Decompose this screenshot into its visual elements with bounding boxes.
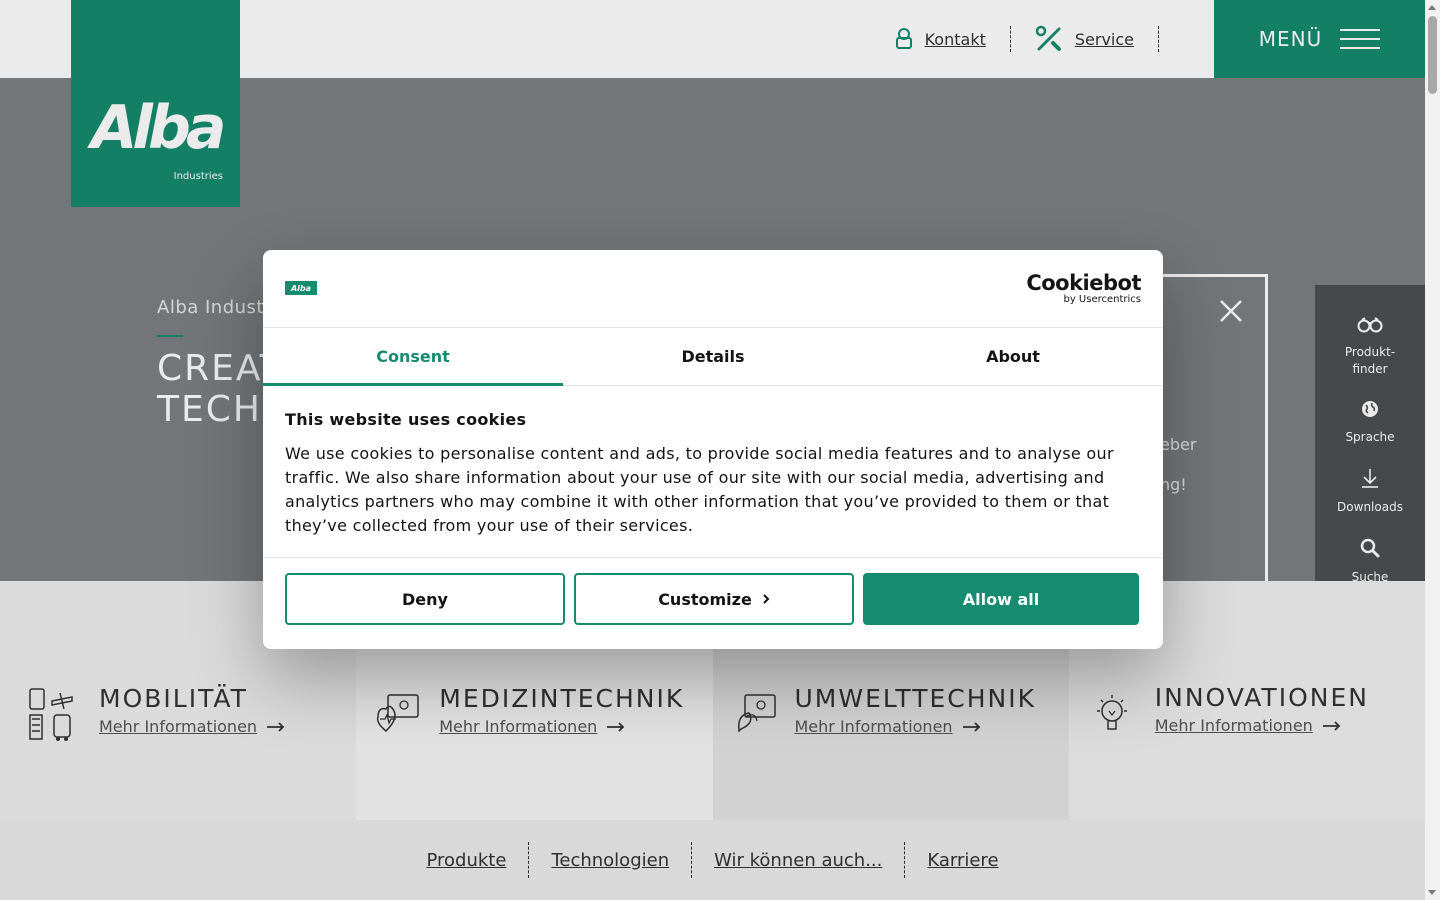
- page-scrollbar[interactable]: [1425, 0, 1440, 900]
- cookie-consent-dialog: Alba Cookiebot by Usercentrics Consent D…: [263, 250, 1163, 649]
- cookiebot-byline: by Usercentrics: [1063, 294, 1141, 305]
- scroll-down-arrow-icon[interactable]: [1428, 890, 1436, 895]
- deny-button-label: Deny: [402, 589, 448, 609]
- dialog-brand-logo: Alba: [285, 281, 317, 295]
- cookiebot-name: Cookiebot: [1026, 271, 1141, 295]
- chevron-right-icon: [762, 590, 770, 609]
- dialog-tabs: Consent Details About: [263, 328, 1163, 386]
- cookiebot-logo: Cookiebot by Usercentrics: [1026, 272, 1141, 306]
- tab-details[interactable]: Details: [563, 328, 863, 385]
- deny-button[interactable]: Deny: [285, 573, 565, 625]
- allow-all-button-label: Allow all: [962, 589, 1040, 609]
- dialog-header: Alba Cookiebot by Usercentrics: [263, 250, 1163, 328]
- customize-button-label: Customize: [658, 589, 752, 609]
- customize-button[interactable]: Customize: [574, 573, 854, 625]
- dialog-actions: Deny Customize Allow all: [263, 558, 1163, 640]
- tab-about[interactable]: About: [863, 328, 1163, 385]
- dialog-text: We use cookies to personalise content an…: [285, 444, 1114, 535]
- dialog-body: This website uses cookies We use cookies…: [263, 386, 1163, 558]
- scroll-thumb[interactable]: [1428, 16, 1437, 94]
- tab-consent[interactable]: Consent: [263, 328, 563, 386]
- allow-all-button[interactable]: Allow all: [863, 573, 1139, 625]
- dialog-heading: This website uses cookies: [285, 410, 527, 429]
- scroll-up-arrow-icon[interactable]: [1428, 5, 1436, 10]
